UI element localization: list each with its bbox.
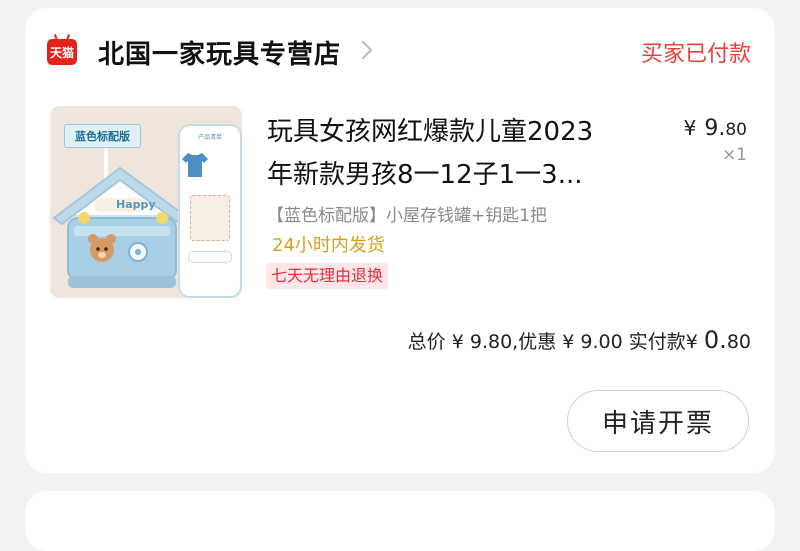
store-header[interactable]: 天猫 北国一家玩具专营店 xyxy=(47,34,373,70)
discount-label: ,优惠 xyxy=(512,331,557,353)
tmall-logo-text: 天猫 xyxy=(49,45,74,60)
price-int: 9. xyxy=(704,116,726,141)
price-block: ¥9.80 ×1 xyxy=(684,116,747,165)
paid-symbol: ¥ xyxy=(685,331,698,353)
tmall-logo-icon: 天猫 xyxy=(47,39,77,65)
request-invoice-button[interactable]: 申请开票 xyxy=(567,390,749,452)
price-symbol: ¥ xyxy=(683,116,697,140)
unit-price: ¥9.80 xyxy=(684,116,747,141)
image-tag: 蓝色标配版 xyxy=(64,124,141,148)
product-spec: 【蓝色标配版】小屋存钱罐+钥匙1把 xyxy=(267,206,548,226)
delivery-promise: 24小时内发货 xyxy=(272,235,385,256)
sticker-sheet-icon xyxy=(190,195,230,241)
image-inset-card: 产品清单 xyxy=(178,124,242,298)
product-title[interactable]: 玩具女孩网红爆款儿童2023 年新款男孩8一12子1一3... xyxy=(267,111,647,197)
total-value: ¥ 9.80 xyxy=(451,331,513,353)
discount-value: ¥ 9.00 xyxy=(562,331,623,353)
order-summary: 总价 ¥ 9.80,优惠 ¥ 9.00 实付款¥ 0.80 xyxy=(408,326,751,354)
paid-dec: 80 xyxy=(726,331,751,353)
next-order-card xyxy=(25,491,775,551)
inset-note-pill xyxy=(188,251,232,263)
product-title-line1: 玩具女孩网红爆款儿童2023 xyxy=(267,117,594,147)
store-name[interactable]: 北国一家玩具专营店 xyxy=(98,34,341,71)
return-policy-badge: 七天无理由退换 xyxy=(266,263,389,289)
paid-int: 0. xyxy=(703,326,727,354)
order-card: 天猫 北国一家玩具专营店 买家已付款 蓝色标配版 Happy 产品清单 玩具女孩… xyxy=(25,8,775,473)
price-dec: 80 xyxy=(725,120,747,140)
total-label: 总价 xyxy=(407,331,446,353)
quantity: ×1 xyxy=(721,145,747,165)
inset-label: 产品清单 xyxy=(197,134,222,141)
order-status: 买家已付款 xyxy=(640,42,751,67)
product-image[interactable]: 蓝色标配版 Happy 产品清单 xyxy=(50,106,242,298)
image-sign: Happy xyxy=(116,198,156,211)
chevron-right-icon[interactable] xyxy=(361,38,373,66)
product-title-line2: 年新款男孩8一12子1一3... xyxy=(267,160,583,190)
tshirt-icon xyxy=(182,153,208,177)
paid-label: 实付款 xyxy=(628,331,686,353)
